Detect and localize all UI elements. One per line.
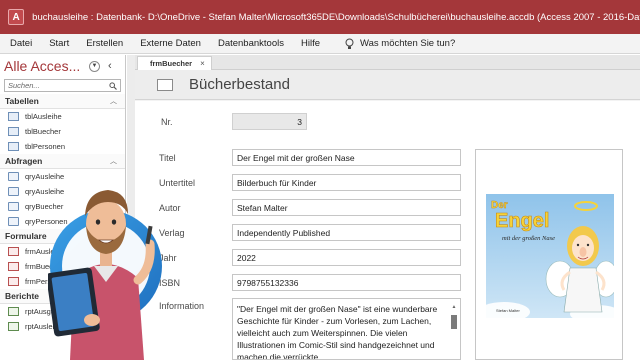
field-jahr[interactable]: 2022 [232, 249, 461, 266]
table-icon [8, 142, 19, 151]
form-icon [157, 78, 173, 91]
access-app-icon: A [8, 9, 25, 25]
scroll-up-icon[interactable]: ▲ [450, 301, 458, 313]
nav-search-input[interactable]: Suchen... [4, 79, 121, 92]
tell-me-box[interactable]: Was möchten Sie tun? [345, 38, 455, 50]
group-label: Berichte [5, 291, 40, 301]
group-label: Tabellen [5, 96, 39, 106]
presenter-avatar [48, 190, 162, 360]
query-icon [8, 202, 19, 211]
form-icon [8, 262, 19, 271]
chevron-down-icon[interactable]: ▼ [89, 60, 100, 72]
query-icon [8, 187, 19, 196]
nav-group-tabellen[interactable]: Tabellen ︿ [0, 94, 125, 109]
group-label: Formulare [5, 231, 47, 241]
lightbulb-icon [345, 38, 354, 49]
memo-scrollbar[interactable]: ▲ [450, 301, 458, 357]
label-nr: Nr. [161, 117, 173, 127]
nav-title[interactable]: Alle Acces... [4, 58, 86, 74]
tell-me-label: Was möchten Sie tun? [360, 38, 456, 49]
nav-item-tblbuecher[interactable]: tblBuecher [0, 124, 125, 139]
title-bar: A buchausleihe : Datenbank- D:\OneDrive … [0, 0, 640, 34]
field-nr[interactable]: 3 [232, 113, 307, 130]
tab-datei[interactable]: Datei [10, 38, 32, 49]
ribbon-tabs: Datei Start Erstellen Externe Daten Date… [0, 34, 640, 54]
field-isbn[interactable]: 9798755132336 [232, 274, 461, 291]
nav-item-tblausleihe[interactable]: tblAusleihe [0, 109, 125, 124]
cover-author: Stefan Malter [496, 308, 520, 313]
tab-frmbuecher[interactable]: frmBuecher × [137, 56, 212, 70]
cover-subtitle: mit der großen Nase [502, 235, 555, 242]
cover-image-frame[interactable]: Der Engel mit der großen Nase Stefan Mal… [475, 149, 623, 360]
search-icon [109, 81, 117, 90]
tab-start[interactable]: Start [49, 38, 69, 49]
field-untertitel[interactable]: Bilderbuch für Kinder [232, 174, 461, 191]
chevron-up-icon: ︿ [110, 98, 117, 105]
table-icon [8, 112, 19, 121]
group-label: Abfragen [5, 156, 43, 166]
tab-hilfe[interactable]: Hilfe [301, 38, 320, 49]
form-icon [8, 247, 19, 256]
scroll-thumb[interactable] [451, 315, 457, 329]
cover-title-word2: Engel [495, 210, 549, 232]
nav-header: Alle Acces... ▼ ‹ [0, 55, 125, 77]
query-icon [8, 172, 19, 181]
nav-item-tblpersonen[interactable]: tblPersonen [0, 139, 125, 154]
tab-erstellen[interactable]: Erstellen [86, 38, 123, 49]
report-icon [8, 322, 19, 331]
nav-item-label: tblBuecher [25, 127, 61, 136]
form-title: Bücherbestand [189, 76, 290, 93]
field-information[interactable]: "Der Engel mit der großen Nase" ist eine… [232, 298, 461, 360]
book-cover-image: Der Engel mit der großen Nase Stefan Mal… [486, 194, 614, 318]
tab-externe-daten[interactable]: Externe Daten [140, 38, 201, 49]
nav-item-label: tblAusleihe [25, 112, 62, 121]
tab-label: frmBuecher [150, 59, 193, 68]
information-text: "Der Engel mit der großen Nase" ist eine… [237, 304, 438, 360]
document-tabs: frmBuecher × [135, 55, 640, 70]
close-icon[interactable]: × [200, 59, 205, 68]
collapse-pane-icon[interactable]: ‹ [108, 60, 112, 72]
tab-datenbanktools[interactable]: Datenbanktools [218, 38, 284, 49]
field-autor[interactable]: Stefan Malter [232, 199, 461, 216]
field-verlag[interactable]: Independently Published [232, 224, 461, 241]
form-frmbuecher: Bücherbestand Nr. 3 Titel Der Engel mit … [135, 70, 640, 360]
window-title: buchausleihe : Datenbank- D:\OneDrive - … [32, 11, 640, 23]
table-icon [8, 127, 19, 136]
report-icon [8, 307, 19, 316]
field-titel[interactable]: Der Engel mit der großen Nase [232, 149, 461, 166]
form-icon [8, 277, 19, 286]
form-header: Bücherbestand [135, 70, 640, 100]
nav-item-label: tblPersonen [25, 142, 66, 151]
form-detail: Nr. 3 Titel Der Engel mit der großen Nas… [135, 101, 640, 360]
search-placeholder: Suchen... [8, 81, 40, 90]
query-icon [8, 217, 19, 226]
